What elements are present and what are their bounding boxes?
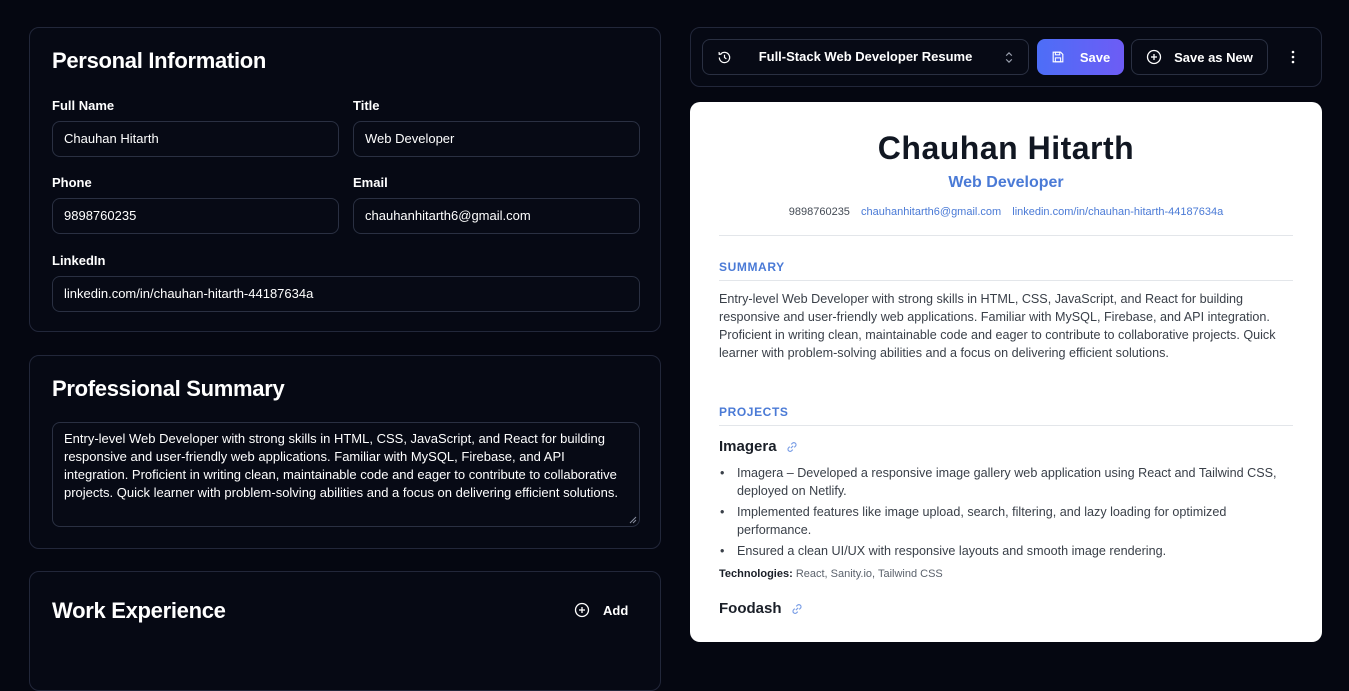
work-experience-card: Work Experience Add [29, 571, 661, 691]
full-name-label: Full Name [52, 98, 115, 113]
project-title: Imagera [719, 438, 798, 455]
resume-select-value: Full-Stack Web Developer Resume [758, 49, 973, 64]
list-item: Ensured a clean UI/UX with responsive la… [719, 542, 1279, 560]
header-divider [719, 235, 1293, 236]
plus-circle-icon [1146, 49, 1162, 65]
resume-toolbar: Full-Stack Web Developer Resume Save Sav… [690, 27, 1322, 87]
resize-grip-icon[interactable] [629, 516, 637, 524]
full-name-input[interactable]: Chauhan Hitarth [52, 121, 339, 157]
linkedin-label: LinkedIn [52, 253, 106, 268]
email-label: Email [353, 175, 388, 190]
projects-section-heading: PROJECTS [719, 405, 789, 419]
project-name: Foodash [719, 600, 782, 617]
personal-information-heading: Personal Information [52, 48, 267, 73]
personal-information-card: Personal Information Full Name Chauhan H… [29, 27, 661, 332]
professional-summary-card: Professional Summary Entry-level Web Dev… [29, 355, 661, 549]
list-item: Implemented features like image upload, … [719, 503, 1279, 539]
professional-summary-heading: Professional Summary [52, 376, 285, 401]
project-bullets: Imagera – Developed a responsive image g… [719, 464, 1279, 563]
project-technologies: Technologies: React, Sanity.io, Tailwind… [719, 568, 943, 580]
work-experience-heading: Work Experience [52, 598, 226, 623]
preview-phone: 9898760235 [788, 206, 850, 218]
technologies-value: React, Sanity.io, Tailwind CSS [795, 568, 943, 580]
preview-summary-text: Entry-level Web Developer with strong sk… [719, 292, 1276, 360]
more-vertical-icon [1291, 50, 1295, 64]
email-input[interactable]: chauhanhitarth6@gmail.com [353, 198, 640, 234]
phone-input[interactable]: 9898760235 [52, 198, 339, 234]
linkedin-input[interactable]: linkedin.com/in/chauhan-hitarth-44187634… [52, 276, 640, 312]
summary-section-heading: SUMMARY [719, 260, 785, 274]
technologies-label: Technologies: [719, 568, 793, 580]
chevron-up-down-icon [1004, 50, 1014, 65]
summary-textarea-text: Entry-level Web Developer with strong sk… [64, 431, 618, 500]
save-as-new-button[interactable]: Save as New [1131, 39, 1268, 75]
preview-email-link[interactable]: chauhanhitarth6@gmail.com [861, 206, 1001, 218]
title-input[interactable]: Web Developer [353, 121, 640, 157]
summary-textarea[interactable]: Entry-level Web Developer with strong sk… [52, 422, 640, 527]
preview-title: Web Developer [948, 174, 1064, 191]
preview-linkedin-link[interactable]: linkedin.com/in/chauhan-hitarth-44187634… [1012, 206, 1223, 218]
preview-contact-line: 9898760235 chauhanhitarth6@gmail.com lin… [690, 206, 1322, 218]
link-icon[interactable] [791, 603, 803, 615]
link-icon[interactable] [786, 441, 798, 453]
preview-name: Chauhan Hitarth [877, 130, 1135, 166]
projects-divider [719, 425, 1293, 426]
save-as-new-label: Save as New [1174, 49, 1253, 65]
save-button[interactable]: Save [1037, 39, 1124, 75]
save-icon [1051, 50, 1065, 64]
add-experience-button[interactable]: Add [574, 600, 628, 620]
plus-circle-icon [574, 602, 590, 618]
more-options-button[interactable] [1279, 39, 1307, 75]
save-label: Save [1079, 49, 1111, 65]
list-item: Imagera – Developed a responsive image g… [719, 464, 1279, 500]
project-title: Foodash [719, 600, 803, 617]
summary-divider [719, 280, 1293, 281]
add-experience-label: Add [603, 602, 629, 618]
resume-select[interactable]: Full-Stack Web Developer Resume [702, 39, 1029, 75]
phone-label: Phone [52, 175, 92, 190]
resume-preview: Chauhan Hitarth Web Developer 9898760235… [690, 102, 1322, 642]
title-label: Title [353, 98, 380, 113]
project-name: Imagera [719, 438, 777, 455]
